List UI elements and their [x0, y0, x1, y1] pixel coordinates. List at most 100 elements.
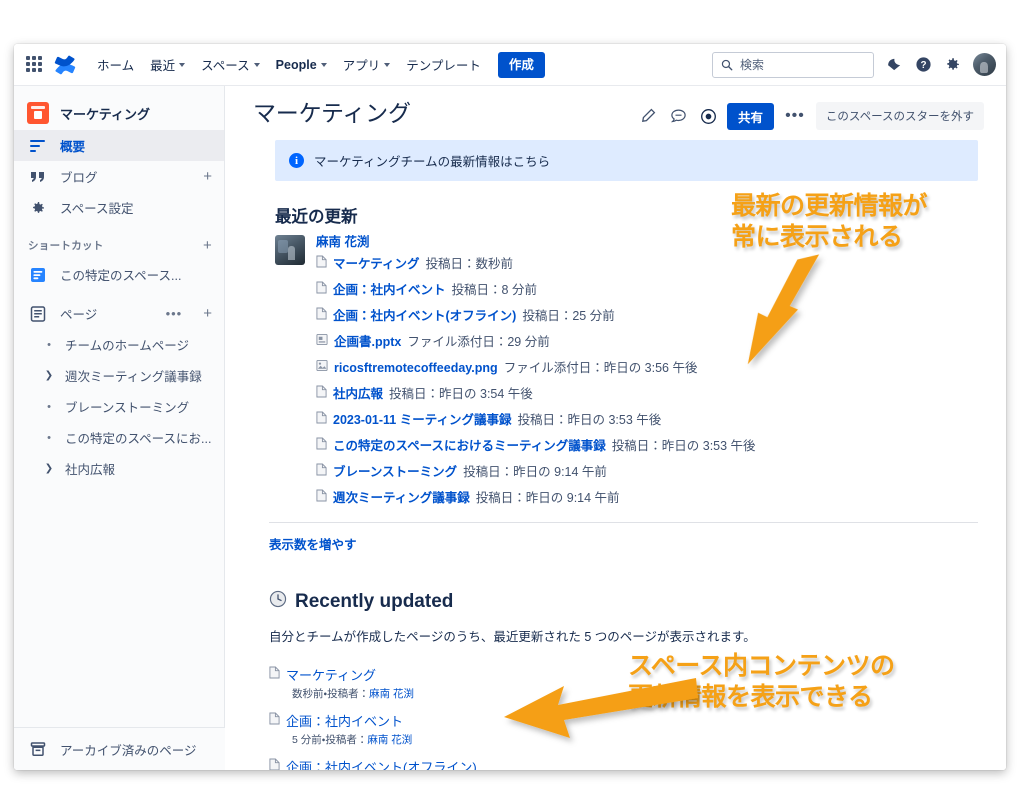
sidebar-shortcut-item[interactable]: この特定のスペース... — [14, 259, 224, 290]
bullet-icon: • — [47, 400, 51, 413]
list-item-time: 5 分前 — [292, 734, 322, 746]
add-blog-icon[interactable]: + — [203, 169, 212, 184]
activity-link[interactable]: ブレーンストーミング — [333, 459, 457, 485]
activity-row[interactable]: この特定のスペースにおけるミーティング議事録 投稿日：昨日の 3:53 午後 — [316, 433, 978, 459]
section-divider — [269, 522, 978, 523]
presentation-file-icon — [316, 329, 328, 355]
sidebar-page-weekly-minutes[interactable]: ❯ 週次ミーティング議事録 — [14, 360, 224, 391]
sidebar-page-label: 社内広報 — [65, 463, 116, 477]
activity-row[interactable]: ブレーンストーミング 投稿日：昨日の 9:14 午前 — [316, 459, 978, 485]
unstar-space-button[interactable]: このスペースのスターを外す — [815, 102, 984, 130]
nav-label: スペース — [201, 59, 250, 73]
sidebar-page-team-home[interactable]: • チームのホームページ — [14, 329, 224, 360]
activity-row[interactable]: 2023-01-11 ミーティング議事録 投稿日：昨日の 3:53 午後 — [316, 407, 978, 433]
top-navigation-bar: ホーム 最近 スペース People アプリ テンプレート 作成 検索 ? — [14, 44, 1006, 86]
activity-row[interactable]: 社内広報 投稿日：昨日の 3:54 午後 — [316, 381, 978, 407]
sidebar-page-label: チームのホームページ — [65, 339, 190, 353]
sidebar-page-internal-pr[interactable]: ❯ 社内広報 — [14, 453, 224, 484]
list-item-author[interactable]: 麻南 花渕 — [369, 688, 414, 700]
activity-meta: 投稿日：昨日の 9:14 午前 — [475, 491, 620, 505]
confluence-logo-icon[interactable] — [54, 54, 76, 76]
page-icon — [269, 712, 280, 730]
activity-link[interactable]: この特定のスペースにおけるミーティング議事録 — [333, 433, 606, 459]
nav-item-templates[interactable]: テンプレート — [399, 50, 488, 79]
annotation-text-1: 最新の更新情報が 常に表示される — [729, 189, 929, 253]
activity-link[interactable]: マーケティング — [333, 251, 420, 277]
svg-text:?: ? — [920, 60, 926, 71]
nav-item-home[interactable]: ホーム — [90, 50, 141, 79]
bullet-icon: • — [47, 338, 51, 351]
add-page-icon[interactable]: + — [203, 306, 212, 321]
pencil-icon[interactable] — [637, 105, 659, 127]
chevron-right-icon[interactable]: ❯ — [44, 463, 54, 474]
sidebar-item-overview[interactable]: 概要 — [14, 130, 224, 161]
activity-meta: 投稿日：昨日の 9:14 午前 — [463, 465, 607, 479]
info-icon: i — [289, 153, 304, 168]
activity-link[interactable]: 企画：社内イベント — [333, 277, 446, 303]
search-input[interactable]: 検索 — [712, 51, 874, 78]
list-item-row[interactable]: 企画：社内イベント(オフライン) — [269, 757, 978, 770]
show-more-link[interactable]: 表示数を増やす — [269, 534, 357, 553]
comment-icon[interactable] — [667, 105, 689, 127]
sidebar-page-label: この特定のスペースにお... — [65, 432, 212, 446]
help-icon[interactable]: ? — [915, 56, 932, 73]
nav-item-people[interactable]: People — [269, 53, 334, 77]
chevron-down-icon — [253, 62, 260, 67]
activity-meta: ファイル添付日：29 分前 — [407, 335, 550, 349]
settings-icon[interactable] — [944, 56, 961, 73]
sidebar-item-space-settings[interactable]: スペース設定 — [14, 192, 224, 223]
create-button[interactable]: 作成 — [497, 51, 545, 78]
annotation-arrow-1 — [747, 254, 820, 365]
add-shortcut-icon[interactable]: + — [203, 237, 212, 254]
sidebar-item-label: ブログ — [60, 171, 98, 185]
list-item-sep: ・投稿者： — [323, 688, 370, 700]
notifications-icon[interactable] — [886, 56, 903, 73]
nav-item-apps[interactable]: アプリ — [336, 50, 398, 79]
nav-item-spaces[interactable]: スペース — [194, 50, 267, 79]
clock-icon — [269, 590, 287, 614]
bullet-icon: • — [47, 431, 51, 444]
activity-link[interactable]: 社内広報 — [333, 381, 383, 407]
activity-meta: 投稿日：昨日の 3:53 午後 — [611, 439, 756, 453]
sidebar-item-label: この特定のスペース... — [60, 269, 182, 283]
pages-more-icon[interactable]: ••• — [166, 307, 183, 320]
activity-link[interactable]: 2023-01-11 ミーティング議事録 — [333, 407, 511, 433]
nav-item-recent[interactable]: 最近 — [143, 50, 192, 79]
more-actions-button[interactable]: ••• — [782, 108, 808, 124]
search-placeholder: 検索 — [740, 58, 765, 72]
activity-link[interactable]: 企画：社内イベント(オフライン) — [333, 303, 516, 329]
list-item-title[interactable]: マーケティング — [286, 665, 376, 684]
sidebar-item-pages[interactable]: ページ ••• + — [14, 298, 224, 329]
activity-link[interactable]: 週次ミーティング議事録 — [333, 485, 470, 511]
share-button[interactable]: 共有 — [727, 102, 775, 130]
activity-meta: 投稿日：8 分前 — [451, 283, 537, 297]
list-item-author[interactable]: 麻南 花渕 — [367, 734, 412, 746]
chevron-right-icon[interactable]: ❯ — [44, 370, 54, 381]
page-icon — [316, 433, 327, 459]
sidebar-item-label: ページ — [60, 308, 98, 322]
sidebar-item-archived-pages[interactable]: アーカイブ済みのページ — [14, 728, 225, 770]
sidebar-page-brainstorming[interactable]: • ブレーンストーミング — [14, 391, 224, 422]
space-header[interactable]: マーケティング — [14, 96, 224, 130]
activity-meta: 投稿日：数秒前 — [425, 257, 514, 271]
sidebar-item-blog[interactable]: ブログ + — [14, 161, 224, 192]
nav-label: アプリ — [342, 59, 381, 73]
search-icon — [721, 59, 733, 70]
top-navigation-right: 検索 ? — [712, 51, 996, 78]
list-item[interactable]: 企画：社内イベント(オフライン) 22 分前・投稿者：麻南 花渕 — [269, 757, 978, 770]
sidebar-page-space-minutes[interactable]: • この特定のスペースにお... — [14, 422, 224, 453]
list-item-title[interactable]: 企画：社内イベント — [286, 711, 403, 730]
image-file-icon — [316, 355, 328, 381]
list-item-title[interactable]: 企画：社内イベント(オフライン) — [286, 757, 477, 770]
sidebar-item-label: 概要 — [60, 140, 86, 154]
screenshot-root: ホーム 最近 スペース People アプリ テンプレート 作成 検索 ? マー… — [0, 0, 1020, 804]
activity-row[interactable]: 週次ミーティング議事録 投稿日：昨日の 9:14 午前 — [316, 485, 978, 511]
profile-avatar[interactable] — [973, 53, 996, 76]
nav-label: ホーム — [97, 59, 135, 73]
activity-link[interactable]: ricosftremotecoffeeday.png — [334, 355, 498, 381]
grid-apps-icon[interactable] — [26, 55, 44, 74]
activity-link[interactable]: 企画書.pptx — [334, 329, 401, 355]
nav-label: 最近 — [150, 59, 176, 73]
page-blue-icon — [28, 267, 47, 283]
eye-icon[interactable] — [697, 105, 719, 127]
